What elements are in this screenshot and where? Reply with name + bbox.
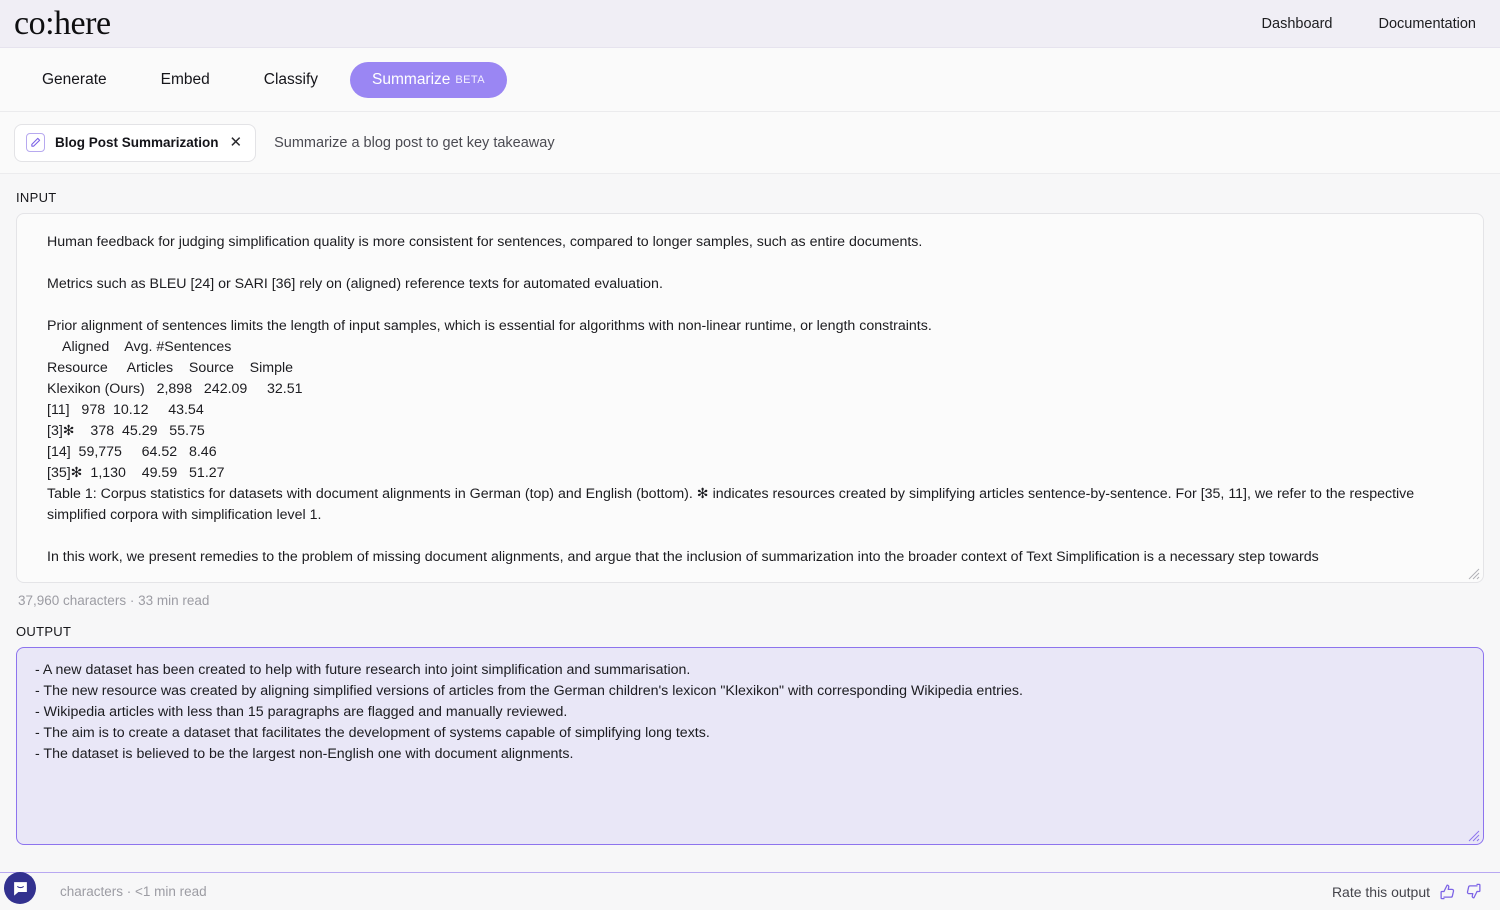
tab-classify[interactable]: Classify — [242, 62, 340, 98]
preset-bar: Blog Post Summarization ✕ Summarize a bl… — [0, 112, 1500, 174]
tab-generate[interactable]: Generate — [20, 62, 129, 98]
nav-link-dashboard[interactable]: Dashboard — [1262, 16, 1333, 32]
output-textarea[interactable]: - A new dataset has been created to help… — [16, 647, 1484, 845]
tab-embed[interactable]: Embed — [139, 62, 232, 98]
input-meta: 37,960 characters · 33 min read — [18, 593, 210, 608]
resize-grip-icon[interactable] — [1468, 829, 1480, 842]
output-meta: characters · <1 min read — [60, 884, 207, 899]
resize-grip-icon[interactable] — [1468, 567, 1480, 580]
cohere-logo[interactable]: co:here — [14, 6, 111, 41]
close-icon[interactable]: ✕ — [229, 135, 244, 150]
input-text-table: Aligned Avg. #Sentences Resource Article… — [47, 339, 303, 481]
tab-summarize-label: Summarize — [372, 70, 451, 88]
intercom-chat-icon[interactable] — [4, 872, 36, 904]
preset-description: Summarize a blog post to get key takeawa… — [274, 134, 555, 151]
output-label: OUTPUT — [16, 624, 72, 639]
preset-chip[interactable]: Blog Post Summarization ✕ — [14, 123, 257, 162]
pencil-square-icon — [26, 133, 45, 152]
nav-link-documentation[interactable]: Documentation — [1378, 16, 1476, 32]
thumbs-up-icon[interactable] — [1439, 883, 1456, 900]
rate-output-label: Rate this output — [1331, 883, 1430, 900]
input-text-trailing: In this work, we present remedies to the… — [47, 549, 1319, 565]
tab-summarize[interactable]: Summarize BETA — [350, 61, 507, 98]
brand-nav: Dashboard Documentation — [1262, 16, 1476, 32]
brand-bar: co:here Dashboard Documentation — [0, 0, 1500, 48]
thumbs-down-icon[interactable] — [1465, 883, 1482, 900]
output-footer: characters · <1 min read Rate this outpu… — [0, 872, 1500, 910]
rate-output-group: Rate this output — [1332, 883, 1482, 900]
output-bullet: - Wikipedia articles with less than 15 p… — [35, 704, 568, 720]
product-tab-bar: Generate Embed Classify Summarize BETA — [0, 48, 1500, 112]
input-text-caption: Table 1: Corpus statistics for datasets … — [47, 486, 1419, 523]
input-label: INPUT — [16, 190, 57, 205]
main-content: INPUT Human feedback for judging simplif… — [0, 190, 1500, 845]
output-bullet: - The aim is to create a dataset that fa… — [35, 725, 710, 741]
preset-name: Blog Post Summarization — [55, 135, 219, 150]
beta-badge: BETA — [455, 73, 485, 86]
output-bullet: - The dataset is believed to be the larg… — [35, 746, 574, 762]
output-bullet: - A new dataset has been created to help… — [35, 662, 691, 678]
output-text: - A new dataset has been created to help… — [35, 660, 1455, 765]
output-bullet: - The new resource was created by aligni… — [35, 683, 1023, 699]
input-text-paragraphs: Human feedback for judging simplificatio… — [47, 234, 932, 334]
input-textarea[interactable]: Human feedback for judging simplificatio… — [16, 213, 1484, 583]
